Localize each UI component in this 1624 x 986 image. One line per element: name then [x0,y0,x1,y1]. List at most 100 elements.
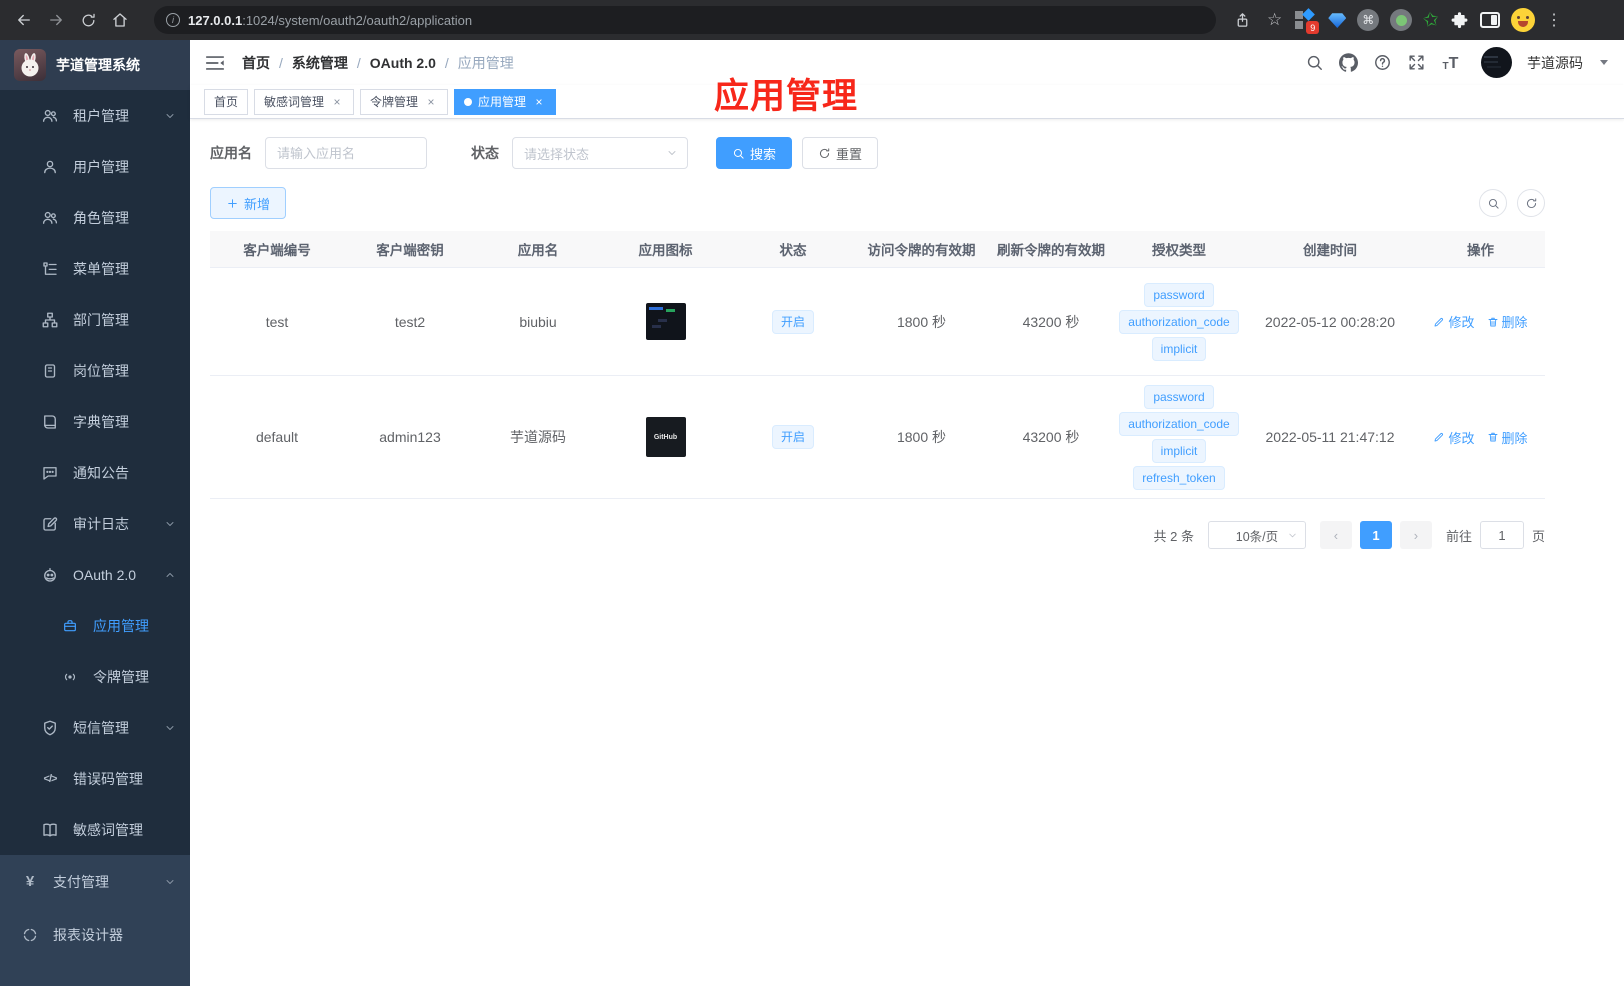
sidebar-item-report-designer[interactable]: 报表设计器 [0,908,190,961]
status-badge[interactable]: 开启 [771,309,814,334]
forward-icon[interactable] [42,6,70,34]
sidebar-item-tenant[interactable]: 租户管理 [0,90,190,141]
refresh-button[interactable] [1517,189,1545,217]
sidebar-item-notice[interactable]: 通知公告 [0,447,190,498]
header-search-icon[interactable] [1305,53,1324,72]
page-unit-label: 页 [1531,528,1545,544]
book-icon [41,413,59,431]
page-number-button[interactable]: 1 [1359,521,1392,549]
reset-button[interactable]: 重置 [802,137,879,169]
chevron-down-icon [164,518,176,530]
sidebar-item-oauth-token[interactable]: 令牌管理 [0,651,190,702]
close-icon[interactable]: × [532,95,546,109]
help-icon[interactable] [1373,53,1392,72]
tab-sensitive-word[interactable]: 敏感词管理 × [254,88,355,115]
pagination: 共 2 条 10条/页 ‹ 1 › 前往 页 [210,521,1545,549]
sidebar-item-menu[interactable]: 菜单管理 [0,243,190,294]
sidebar-item-dict[interactable]: 字典管理 [0,396,190,447]
total-count: 共 2 条 [1153,528,1194,544]
app-icon-thumbnail[interactable] [645,303,686,340]
user-menu-caret-icon[interactable] [1600,60,1608,65]
breadcrumb-system[interactable]: 系统管理 [292,53,348,73]
report-icon [21,926,39,944]
extension-star-icon[interactable]: ✩ [1422,8,1441,33]
sidebar-item-audit-log[interactable]: 审计日志 [0,498,190,549]
font-size-icon[interactable] [1441,53,1460,72]
tags-view-bar: 首页 敏感词管理 × 令牌管理 × 应用管理 × [190,85,1624,119]
sidebar-item-errcode[interactable]: </> 错误码管理 [0,753,190,804]
sidebar-item-dept[interactable]: 部门管理 [0,294,190,345]
delete-link[interactable]: 删除 [1487,312,1528,331]
client-secret: admin123 [379,429,441,445]
toggle-search-button[interactable] [1479,189,1507,217]
next-page-button[interactable]: › [1399,521,1432,549]
search-button[interactable]: 搜索 [716,137,793,169]
tab-token[interactable]: 令牌管理 × [360,88,449,115]
sidebar-item-oauth[interactable]: OAuth 2.0 [0,549,190,600]
extension-command-icon[interactable]: ⌘ [1357,9,1380,31]
close-icon[interactable]: × [424,95,438,109]
tree-list-icon [41,260,59,278]
extension-recorder-icon[interactable] [1390,9,1413,31]
reload-icon[interactable] [74,6,102,34]
app-icon-thumbnail[interactable]: GitHub [645,417,686,457]
url-host: 127.0.0.1 [188,12,243,28]
browser-menu-icon[interactable]: ⋮ [1546,10,1562,30]
created-time: 2022-05-12 00:28:20 [1265,313,1395,330]
sidebar-toggle-icon[interactable] [204,52,226,74]
tab-application[interactable]: 应用管理 × [454,88,557,115]
fullscreen-icon[interactable] [1407,53,1426,72]
extensions-puzzle-icon[interactable] [1450,11,1469,30]
breadcrumb-home[interactable]: 首页 [242,53,270,73]
sidebar-item-post[interactable]: 岗位管理 [0,345,190,396]
address-bar[interactable]: i 127.0.0.1:1024/system/oauth2/oauth2/ap… [154,6,1216,34]
side-panel-icon[interactable] [1480,12,1501,28]
breadcrumb-oauth[interactable]: OAuth 2.0 [370,55,436,71]
sidebar-item-pay[interactable]: ¥ 支付管理 [0,855,190,908]
goto-label: 前往 [1445,528,1472,544]
tab-home[interactable]: 首页 [204,88,249,115]
table-row: default admin123 芋道源码 GitHub 开启 1800 秒 4… [210,376,1545,499]
created-time: 2022-05-11 21:47:12 [1265,429,1395,445]
site-info-icon[interactable]: i [166,13,180,27]
add-button[interactable]: 新增 [210,187,287,219]
prev-page-button[interactable]: ‹ [1319,521,1352,549]
app-name-input[interactable] [265,137,427,169]
user-avatar[interactable] [1481,47,1512,78]
grant-types: password authorization_code implicit [1114,282,1244,361]
filter-form: 应用名 状态 请选择状态 搜索 重置 [210,137,1545,169]
edit-link[interactable]: 修改 [1433,312,1475,331]
grant-types: password authorization_code implicit ref… [1114,384,1244,490]
chevron-down-icon [164,110,176,122]
app-logo[interactable]: 芋道管理系统 [0,40,190,90]
back-icon[interactable] [10,6,38,34]
delete-link[interactable]: 删除 [1487,428,1528,447]
goto-page-input[interactable] [1479,521,1524,549]
user-name[interactable]: 芋道源码 [1527,53,1583,73]
status-badge[interactable]: 开启 [771,425,814,449]
close-icon[interactable]: × [330,95,344,109]
extension-tasks-icon[interactable]: 9 [1293,8,1320,34]
github-icon[interactable] [1339,53,1358,72]
status-select[interactable]: 请选择状态 [512,137,688,169]
home-icon[interactable] [106,6,134,34]
share-icon[interactable] [1228,6,1256,34]
refresh-token-ttl: 43200 秒 [1022,313,1080,330]
sidebar-item-role[interactable]: 角色管理 [0,192,190,243]
sidebar-item-sms[interactable]: 短信管理 [0,702,190,753]
edit-link[interactable]: 修改 [1433,428,1475,447]
application-table: 客户端编号 客户端密钥 应用名 应用图标 状态 访问令牌的有效期 刷新令牌的有效… [210,231,1545,499]
sidebar-item-sensitive-word[interactable]: 敏感词管理 [0,804,190,855]
app-name-label: 应用名 [210,145,252,161]
yen-icon: ¥ [25,873,35,890]
sidebar-item-user[interactable]: 用户管理 [0,141,190,192]
refresh-token-ttl: 43200 秒 [1022,429,1080,445]
page-size-select[interactable]: 10条/页 [1207,521,1306,549]
sidebar-item-oauth-application[interactable]: 应用管理 [0,600,190,651]
profile-avatar-icon[interactable] [1511,8,1536,32]
message-icon [41,464,59,482]
shield-check-icon [41,719,59,737]
app-name: biubiu [519,313,557,330]
extension-gem-icon[interactable] [1328,13,1347,28]
bookmark-star-icon[interactable]: ☆ [1267,10,1282,30]
